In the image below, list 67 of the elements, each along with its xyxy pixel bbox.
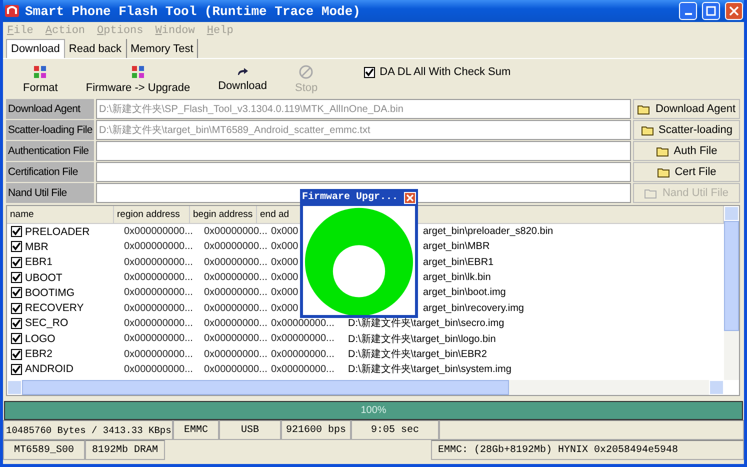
table-cell-text: 0x000 [270,226,300,238]
table-cell-text: 0x00000000... [203,272,266,284]
table-cell-text: 0x00000000... [270,318,336,329]
table-cell: arget_bin\boot.img [423,287,506,298]
partition-name: ANDROID [25,363,74,376]
table-cell: arget_bin\MBR [423,241,490,252]
table-cell-text: 0x00000000... [203,333,266,344]
table-cell-text: 0x000000000... [123,333,194,344]
status-cell: 921600 bps [281,420,351,440]
field-label: Nand Util File [6,183,94,203]
table-cell-text: 0x000000000... [123,287,194,298]
table-cell-text: 0x00000000... [270,348,336,360]
table-cell-text: 0x000000000... [123,302,194,314]
table-cell: arget_bin\recovery.img [423,302,524,314]
table-cell-text: 0x000000000... [123,241,194,252]
table-cell-text: 0x00000000... [203,348,266,360]
partition-name: EBR2 [25,348,52,360]
field-label: Certification File [6,162,94,182]
table-cell-text: 0x00000000... [270,364,336,375]
field-label: Download Agent [6,99,94,119]
table-cell: arget_bin\EBR1 [423,256,494,268]
checkbox-label: DA DL All With Check Sum [380,66,511,78]
partition-name: SEC_RO [25,317,68,330]
partition-name: RECOVERY [25,302,84,314]
table-cell-text: 0x000 [270,302,300,314]
dialog-title: Firmware Upgr... [302,192,398,203]
table-cell-text: 0x00000000... [203,287,266,298]
table-cell-text: 0x000000000... [123,318,194,329]
table-cell-text: D:\新建文件夹\target_bin\system.img [348,362,512,376]
table-cell-text: 0x00000000... [203,241,266,252]
partition-name: LOGO [25,332,56,345]
table-cell: arget_bin\preloader_s820.bin [423,226,554,238]
window-title: Smart Phone Flash Tool (Runtime Trace Mode) [25,4,362,18]
table-cell-text: 0x000000000... [123,256,194,268]
table-cell-text: 0x000 [270,241,300,252]
status-cell: 10485760 Bytes / 3413.33 KBps [3,420,173,440]
table-cell-text: D:\新建文件夹\target_bin\logo.bin [348,332,496,346]
table-cell-text: 0x00000000... [270,333,336,344]
table-cell-text: 0x00000000... [203,364,266,375]
partition-name: EBR1 [25,256,52,268]
table-cell-text: 0x000 [270,272,300,284]
partition-name: UBOOT [25,272,62,284]
field-label: Authentication File [6,141,94,161]
table-cell-text: 0x000000000... [123,272,194,284]
status-cell: EMMC: (28Gb+8192Mb) HYNIX 0x2058494e5948 [431,440,744,460]
table-cell-text: 0x00000000... [203,318,266,329]
table-cell-text: 0x000 [270,256,300,268]
partition-name: PRELOADER [25,226,90,238]
partition-name: MBR [25,240,48,253]
table-cell-text: 0x000000000... [123,348,194,360]
table-cell-text: D:\新建文件夹\target_bin\secro.img [348,317,504,330]
progress-text: 100% [360,404,388,418]
partition-name: BOOTIMG [25,286,75,299]
table-cell: arget_bin\lk.bin [423,272,491,284]
status-cell: EMMC [173,420,219,440]
table-cell-text: 0x000000000... [123,226,194,238]
table-cell-text: 0x000000000... [123,364,194,375]
table-cell-text: 0x00000000... [203,226,266,238]
table-cell-text: D:\新建文件夹\target_bin\EBR2 [348,348,487,362]
status-cell: 8192Mb DRAM [85,440,165,460]
status-cell: 9:05 sec [351,420,439,440]
field-label: Scatter-loading File [6,120,94,140]
status-cell: MT6589_S00 [3,440,85,460]
table-cell-text: 0x00000000... [203,302,266,314]
status-cell: USB [219,420,281,440]
table-cell-text: 0x00000000... [203,256,266,268]
table-cell-text: 0x000 [270,287,300,298]
